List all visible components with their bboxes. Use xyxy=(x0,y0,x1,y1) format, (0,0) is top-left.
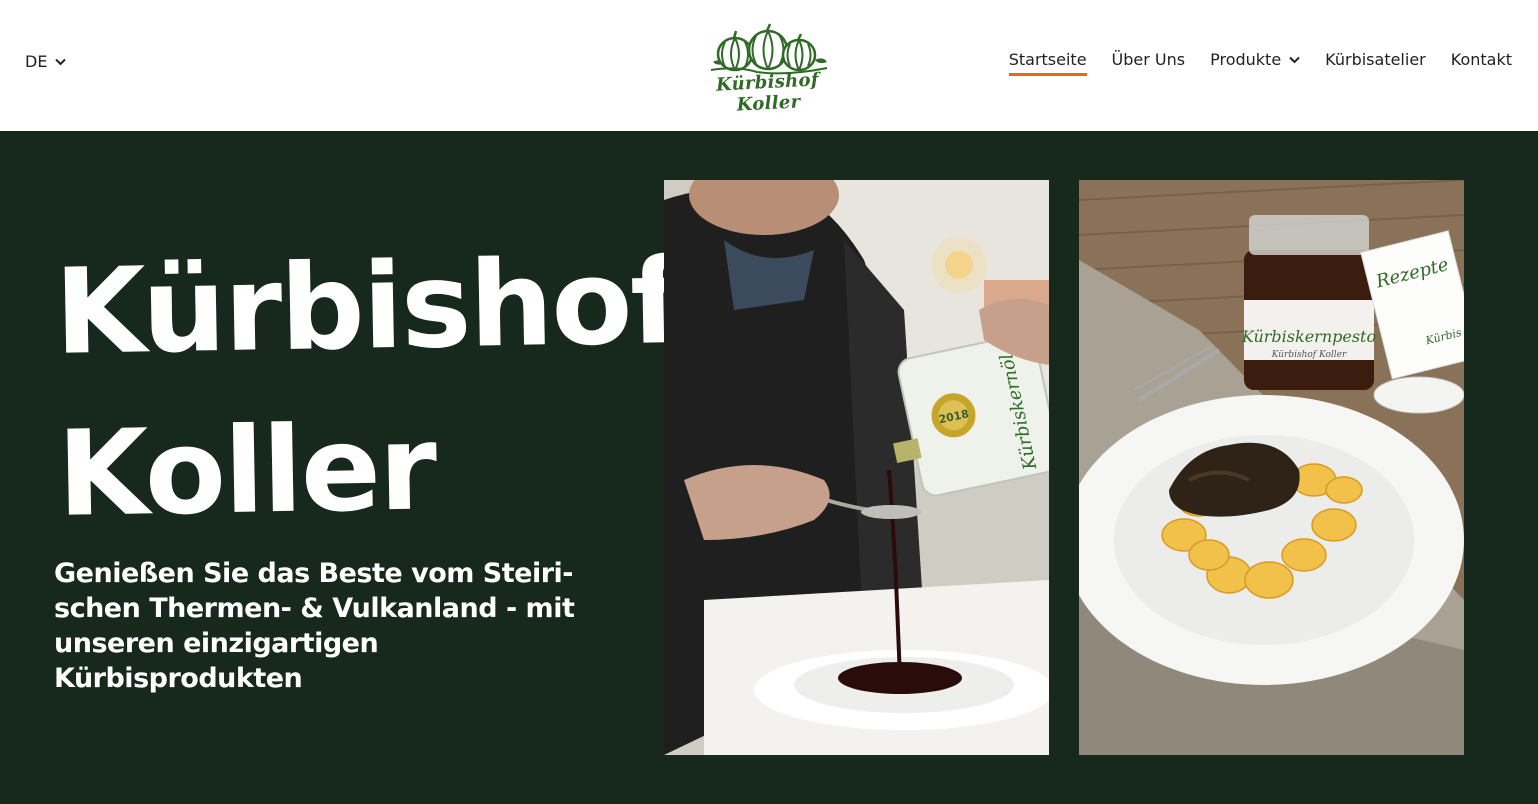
photo-pesto-pasta: Kürbiskernpesto Kürbishof Koller Rezepte… xyxy=(1079,180,1464,755)
pesto-pasta-illustration: Kürbiskernpesto Kürbishof Koller Rezepte… xyxy=(1079,180,1464,755)
jar-label: Kürbiskernpesto xyxy=(1241,327,1376,346)
language-selector[interactable]: DE xyxy=(25,52,67,71)
oil-pouring-illustration: 2018 Kürbiskernöl xyxy=(664,180,1049,755)
hero-title: Kürbishof Koller xyxy=(53,221,681,555)
nav-item-ueber-uns[interactable]: Über Uns xyxy=(1112,50,1186,69)
hero-title-line2: Koller xyxy=(56,398,437,543)
chevron-down-icon xyxy=(1289,56,1300,63)
hero-title-line1: Kürbishof xyxy=(53,231,681,381)
nav-item-kontakt[interactable]: Kontakt xyxy=(1451,50,1512,69)
nav-item-produkte[interactable]: Produkte xyxy=(1210,50,1300,69)
chevron-down-icon xyxy=(55,58,67,65)
main-nav: Startseite Über Uns Produkte Kürbisateli… xyxy=(1008,50,1512,76)
nav-item-startseite[interactable]: Startseite xyxy=(1008,50,1087,76)
hero-subtitle: Genießen Sie das Beste vom Steiri-schen … xyxy=(54,558,575,694)
hero-section: Kürbishof Koller Genießen Sie das Beste … xyxy=(0,131,1538,804)
site-header: DE Kürbishof Koller Startseite Über Uns xyxy=(0,0,1538,131)
nav-item-kuerbisatelier[interactable]: Kürbisatelier xyxy=(1325,50,1426,69)
jar-sublabel: Kürbishof Koller xyxy=(1271,350,1347,360)
nav-item-produkte-label: Produkte xyxy=(1210,50,1282,69)
language-label: DE xyxy=(25,52,48,71)
logo-text: Kürbishof Koller xyxy=(715,69,820,116)
photo-oil-pouring: 2018 Kürbiskernöl xyxy=(664,180,1049,755)
site-logo[interactable]: Kürbishof Koller xyxy=(697,22,839,116)
